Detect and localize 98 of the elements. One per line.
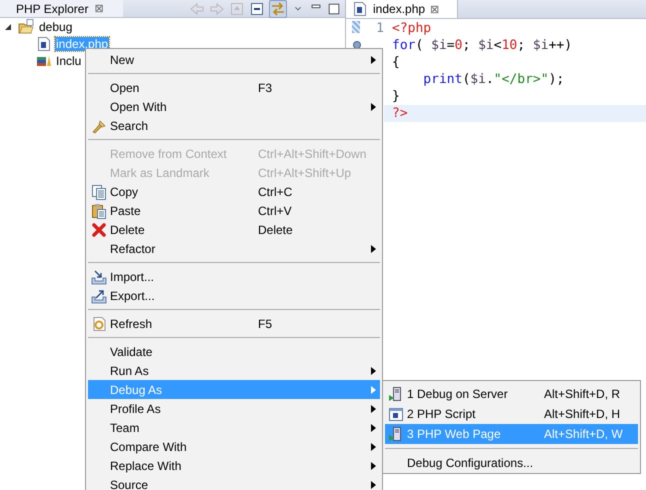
menu-label: Refresh [110, 316, 152, 330]
shortcut-label: Ctrl+Alt+Shift+Up [258, 166, 352, 180]
menu-item[interactable]: Delete Delete [88, 220, 380, 239]
code-line: <?php [392, 20, 432, 37]
menu-label: Search [110, 118, 148, 132]
submenu-arrow-icon [371, 442, 376, 450]
delete-icon [91, 222, 107, 238]
menu-label: Debug As [110, 382, 162, 396]
menu-item[interactable]: New [88, 50, 380, 69]
menu-item[interactable]: Import... [88, 267, 380, 286]
menu-label: 1 Debug on Server [407, 387, 508, 401]
script-window-icon [388, 406, 404, 422]
menu-label: Profile As [110, 402, 161, 416]
shortcut-label: Ctrl+Alt+Shift+Down [258, 146, 366, 160]
submenu-arrow-icon [371, 102, 376, 110]
menu-item[interactable]: Source [88, 475, 380, 490]
menu-item[interactable]: Open F3 [88, 78, 380, 97]
menu-label: Source [110, 478, 148, 490]
close-icon[interactable]: ⊠ [430, 2, 440, 16]
menu-item[interactable]: Debug Configurations... [385, 453, 638, 473]
menu-item[interactable]: Copy Ctrl+C [88, 182, 380, 201]
import-icon [91, 268, 107, 284]
menu-label: Debug Configurations... [407, 456, 534, 470]
submenu-arrow-icon [371, 366, 376, 374]
menu-item[interactable]: Paste Ctrl+V [88, 201, 380, 220]
submenu-arrow-icon [371, 56, 376, 64]
menu-item[interactable]: Refactor [88, 239, 380, 258]
submenu-arrow-icon [371, 404, 376, 412]
shortcut-label: Alt+Shift+D, H [544, 407, 620, 421]
menu-item[interactable]: Replace With [88, 456, 380, 475]
menu-label: Import... [110, 270, 154, 284]
menu-label: Paste [110, 204, 141, 218]
code-line: { [392, 54, 401, 71]
menu-label: Delete [110, 222, 145, 236]
line-number: 1 [375, 20, 384, 37]
menu-label: New [110, 52, 134, 66]
project-folder-icon [18, 18, 34, 34]
menu-item[interactable]: Run As [88, 361, 380, 380]
expand-arrow-icon[interactable] [4, 22, 14, 30]
file-icon [36, 36, 52, 52]
menu-label: Run As [110, 364, 149, 378]
tab-title: PHP Explorer [16, 2, 88, 16]
menu-item[interactable]: Refresh F5 [88, 314, 380, 333]
shortcut-label: F3 [258, 80, 272, 94]
refresh-icon [91, 316, 107, 332]
editor-tab[interactable]: index.php ⊠ [346, 0, 458, 18]
shortcut-label: Delete [258, 222, 293, 236]
menu-item[interactable]: Export... [88, 286, 380, 305]
menu-label: Remove from Context [110, 146, 227, 160]
breakpoint-icon[interactable] [352, 40, 362, 50]
menu-label: Export... [110, 288, 155, 302]
shortcut-label: Ctrl+V [258, 204, 292, 218]
export-icon [91, 288, 107, 304]
submenu-arrow-icon [371, 480, 376, 488]
menu-item[interactable]: Profile As [88, 399, 380, 418]
collapse-all-icon[interactable] [249, 0, 265, 16]
shortcut-label: Alt+Shift+D, R [544, 387, 620, 401]
menu-label: Copy [110, 184, 138, 198]
shortcut-label: Alt+Shift+D, W [544, 427, 623, 441]
menu-item[interactable]: Search [88, 116, 380, 135]
shortcut-label: Ctrl+C [258, 184, 292, 198]
menu-label: 3 PHP Web Page [407, 427, 501, 441]
server-run-icon [388, 426, 404, 442]
menu-item[interactable]: 1 Debug on Server Alt+Shift+D, R [385, 384, 638, 404]
menu-label: 2 PHP Script [407, 407, 476, 421]
tab-title: index.php [373, 2, 426, 16]
code-line: for( $i=0; $i<10; $i++) [392, 37, 574, 54]
submenu-arrow-icon [371, 462, 376, 470]
tree-item[interactable]: debug [38, 20, 74, 34]
submenu-arrow-icon [371, 424, 376, 432]
server-run-icon [388, 386, 404, 402]
code-line: } [392, 88, 401, 105]
menu-label: Open [110, 80, 140, 94]
menu-item[interactable]: Compare With [88, 437, 380, 456]
file-icon [352, 1, 368, 17]
menu-label: Open With [110, 100, 167, 114]
code-line: print($i."</br>"); [422, 71, 566, 88]
menu-label: Team [110, 420, 140, 434]
paste-icon [91, 202, 107, 218]
menu-item[interactable]: Team [88, 418, 380, 437]
submenu-arrow-icon [371, 244, 376, 252]
menu-label: Mark as Landmark [110, 166, 210, 180]
copy-icon [91, 184, 107, 200]
annotation-marker [352, 21, 360, 33]
menu-label: Validate [110, 344, 152, 358]
shortcut-label: F5 [258, 316, 272, 330]
flashlight-icon [91, 118, 107, 134]
submenu-arrow-icon [371, 386, 376, 394]
tree-item[interactable]: Inclu [55, 54, 82, 68]
menu-label: Refactor [110, 242, 156, 256]
menu-item[interactable]: Open With [88, 97, 380, 116]
menu-item[interactable]: Validate [88, 342, 380, 361]
menu-label: Compare With [110, 440, 187, 454]
close-icon[interactable]: ⊠ [94, 2, 104, 15]
explorer-tab[interactable]: PHP Explorer ⊠ [0, 0, 124, 17]
maximize-icon[interactable] [327, 2, 341, 16]
menu-item[interactable]: 2 PHP Script Alt+Shift+D, H [385, 404, 638, 424]
menu-label: Replace With [110, 458, 182, 472]
